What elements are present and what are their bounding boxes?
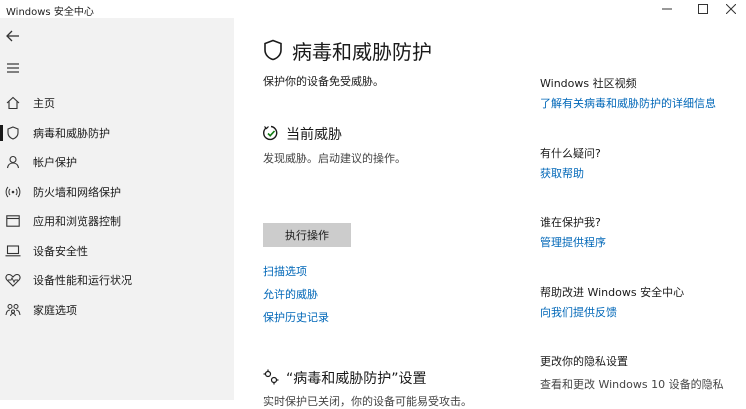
laptop-icon bbox=[5, 243, 21, 259]
back-button[interactable] bbox=[1, 24, 25, 48]
sidebar-item-device-health[interactable]: 设备性能和运行状况 bbox=[0, 269, 234, 291]
settings-gears-icon bbox=[263, 369, 279, 385]
app-window-icon bbox=[5, 213, 21, 229]
page-title: 病毒和威胁防护 bbox=[292, 40, 432, 64]
sidebar-item-family-options[interactable]: 家庭选项 bbox=[0, 299, 234, 321]
sidebar-item-label: 防火墙和网络保护 bbox=[33, 186, 121, 199]
page-subtitle: 保护你的设备免受威胁。 bbox=[263, 75, 384, 88]
heart-pulse-icon bbox=[5, 272, 21, 288]
shield-icon bbox=[264, 39, 282, 61]
threat-scan-icon bbox=[263, 125, 278, 141]
improve-heading: 帮助改进 Windows 安全中心 bbox=[540, 286, 685, 299]
sidebar-item-label: 主页 bbox=[33, 97, 55, 110]
current-threats-title: 当前威胁 bbox=[286, 127, 342, 143]
sidebar-item-label: 病毒和威胁防护 bbox=[33, 127, 110, 140]
close-icon bbox=[726, 4, 736, 14]
selection-indicator bbox=[0, 125, 3, 141]
maximize-icon bbox=[698, 4, 708, 14]
sidebar-item-label: 设备安全性 bbox=[33, 245, 88, 258]
back-arrow-icon bbox=[6, 30, 19, 42]
title-bar: Windows 安全中心 bbox=[0, 0, 746, 18]
sidebar-item-home[interactable]: 主页 bbox=[0, 92, 234, 114]
sidebar-item-label: 设备性能和运行状况 bbox=[33, 274, 132, 287]
wireless-antenna-icon bbox=[5, 184, 21, 200]
window-title: Windows 安全中心 bbox=[6, 7, 94, 18]
sidebar-item-label: 应用和浏览器控制 bbox=[33, 215, 121, 228]
learn-more-link[interactable]: 了解有关病毒和威胁防护的详细信息 bbox=[540, 95, 716, 111]
sidebar-item-account-protection[interactable]: 帐户保护 bbox=[0, 151, 234, 173]
minimize-button[interactable] bbox=[650, 0, 684, 18]
sidebar-item-app-browser-control[interactable]: 应用和浏览器控制 bbox=[0, 210, 234, 232]
protection-history-link[interactable]: 保护历史记录 bbox=[263, 309, 329, 325]
family-icon bbox=[5, 302, 21, 318]
sidebar-item-label: 家庭选项 bbox=[33, 304, 77, 317]
shield-icon bbox=[5, 125, 21, 141]
menu-button[interactable] bbox=[1, 56, 25, 80]
sidebar-item-firewall[interactable]: 防火墙和网络保护 bbox=[0, 181, 234, 203]
home-icon bbox=[5, 95, 21, 111]
take-action-button[interactable]: 执行操作 bbox=[263, 223, 351, 247]
minimize-icon bbox=[662, 8, 672, 10]
scan-options-link[interactable]: 扫描选项 bbox=[263, 263, 307, 279]
hamburger-icon bbox=[7, 63, 19, 73]
give-feedback-link[interactable]: 向我们提供反馈 bbox=[540, 304, 617, 320]
sidebar-item-device-security[interactable]: 设备安全性 bbox=[0, 240, 234, 262]
main-content: 病毒和威胁防护 保护你的设备免受威胁。 当前威胁 发现威胁。启动建议的操作。 执… bbox=[234, 18, 746, 408]
get-help-link[interactable]: 获取帮助 bbox=[540, 165, 584, 181]
sidebar: 主页 病毒和威胁防护 帐户保护 防火墙和网络保护 应用和浏览器控制 设备安全性 … bbox=[0, 18, 234, 400]
settings-section-title: “病毒和威胁防护”设置 bbox=[286, 371, 427, 387]
current-threats-description: 发现威胁。启动建议的操作。 bbox=[263, 152, 406, 165]
close-button[interactable] bbox=[714, 0, 746, 18]
questions-heading: 有什么疑问? bbox=[540, 147, 601, 160]
community-video-heading: Windows 社区视频 bbox=[540, 77, 637, 90]
sidebar-item-label: 帐户保护 bbox=[33, 156, 77, 169]
person-icon bbox=[5, 154, 21, 170]
privacy-heading: 更改你的隐私设置 bbox=[540, 355, 628, 368]
manage-providers-link[interactable]: 管理提供程序 bbox=[540, 234, 606, 250]
sidebar-item-virus-protection[interactable]: 病毒和威胁防护 bbox=[0, 122, 234, 144]
privacy-description: 查看和更改 Windows 10 设备的隐私 bbox=[540, 378, 724, 391]
settings-section-description: 实时保护已关闭，你的设备可能易受攻击。 bbox=[263, 395, 472, 408]
allowed-threats-link[interactable]: 允许的威胁 bbox=[263, 286, 318, 302]
who-protects-heading: 谁在保护我? bbox=[540, 216, 601, 229]
